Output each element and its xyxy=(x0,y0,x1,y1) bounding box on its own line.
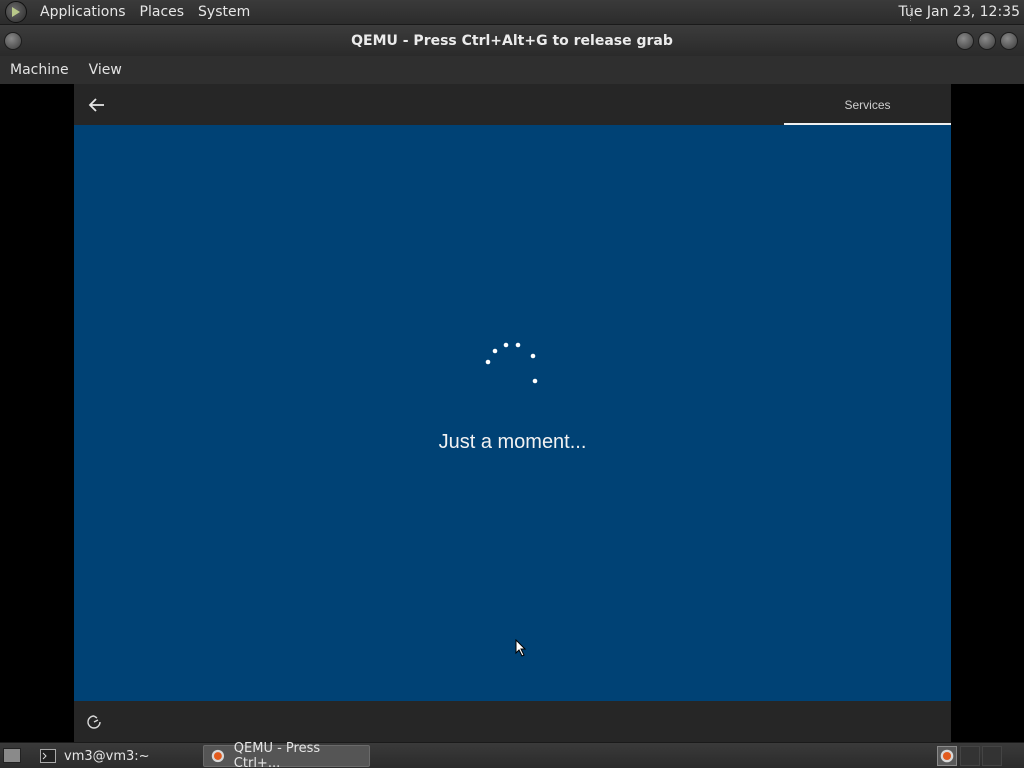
view-menu[interactable]: View xyxy=(79,62,132,78)
taskbar-item-label: vm3@vm3:~ xyxy=(64,748,150,764)
top-panel: Applications Places System Tue Jan 23, 1… xyxy=(0,0,1024,25)
applications-menu[interactable]: Applications xyxy=(33,4,133,20)
taskbar-item-terminal[interactable]: vm3@vm3:~ xyxy=(34,745,200,767)
window-title: QEMU - Press Ctrl+Alt+G to release grab xyxy=(351,32,673,49)
places-menu[interactable]: Places xyxy=(133,4,192,20)
taskbar-item-label: QEMU - Press Ctrl+... xyxy=(233,741,321,768)
status-message: Just a moment... xyxy=(438,431,587,453)
window-menu-icon[interactable] xyxy=(4,32,22,50)
loading-spinner-icon xyxy=(485,342,538,384)
workspace-1[interactable] xyxy=(960,746,980,766)
oobe-header: Services xyxy=(74,84,951,125)
tab-services[interactable]: Services xyxy=(784,84,951,125)
qemu-icon xyxy=(211,749,225,763)
workspace-2[interactable] xyxy=(982,746,1002,766)
taskbar-item-qemu[interactable]: QEMU - Press Ctrl+... xyxy=(203,741,370,768)
close-icon[interactable] xyxy=(1000,32,1018,50)
ease-of-access-icon[interactable] xyxy=(86,714,102,730)
clock[interactable]: Tue Jan 23, 12:35 xyxy=(899,4,1020,20)
system-logo-icon[interactable] xyxy=(5,1,27,23)
menubar: Machine View xyxy=(0,56,1024,84)
taskbar: vm3@vm3:~ QEMU - Press Ctrl+... xyxy=(0,741,1024,768)
system-menu[interactable]: System xyxy=(191,4,257,20)
oobe-screen: Services Just a moment... xyxy=(74,84,951,742)
terminal-icon xyxy=(40,749,56,763)
vm-display[interactable]: Services Just a moment... xyxy=(0,84,1024,742)
minimize-icon[interactable] xyxy=(956,32,974,50)
show-desktop-icon[interactable] xyxy=(3,748,21,763)
back-arrow-icon[interactable] xyxy=(86,94,108,116)
mouse-cursor-icon xyxy=(515,639,527,657)
window-titlebar[interactable]: QEMU - Press Ctrl+Alt+G to release grab xyxy=(0,25,1024,56)
qemu-tray-icon[interactable] xyxy=(937,746,957,766)
maximize-icon[interactable] xyxy=(978,32,996,50)
machine-menu[interactable]: Machine xyxy=(0,62,79,78)
oobe-footer xyxy=(74,701,951,742)
